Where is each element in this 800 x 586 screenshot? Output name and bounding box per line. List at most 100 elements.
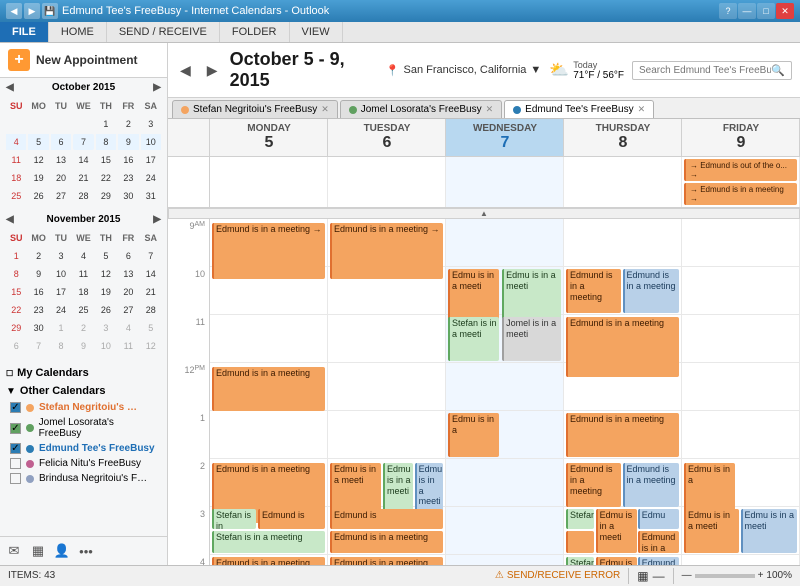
time-cell-fri-3: Edmu is in a meeti Edmu is in a meeti xyxy=(682,507,800,555)
next-week-arrow[interactable]: ▶ xyxy=(203,60,222,81)
back-icon[interactable]: ◀ xyxy=(6,3,22,19)
cal-checkbox-jomel[interactable]: ✓ xyxy=(10,423,21,434)
col-mo: MO xyxy=(28,98,48,114)
other-calendars-header[interactable]: ▼ Other Calendars xyxy=(6,382,161,400)
allday-event-fri-2[interactable]: → Edmund is in a meeting → xyxy=(684,183,797,205)
cal-item-edmund[interactable]: ✓ Edmund Tee's FreeBusy xyxy=(6,441,161,456)
event-mon-3edmund[interactable]: Edmund is xyxy=(258,509,325,529)
my-calendars-header[interactable]: ☐ My Calendars xyxy=(6,364,161,382)
day-header-tue[interactable]: TUESDAY6 xyxy=(328,119,446,156)
weather-info: ⛅ Today 71°F / 56°F xyxy=(549,60,624,81)
event-thu-4b[interactable]: Edmund may be in a meeting xyxy=(638,557,679,565)
day-header-mon[interactable]: MONDAY5 xyxy=(210,119,328,156)
cal-checkbox-edmund[interactable]: ✓ xyxy=(10,443,21,454)
nov-prev-arrow[interactable]: ◀ xyxy=(4,214,16,225)
col-sa: SA xyxy=(141,98,161,114)
more-nav-icon[interactable]: ••• xyxy=(76,541,96,561)
event-mon-12pm[interactable]: Edmund is in a meeting xyxy=(212,367,325,411)
fb-tab-close-stefan[interactable]: ✕ xyxy=(321,104,329,115)
day-headers: MONDAY5 TUESDAY6 WEDNESDAY7 THURSDAY8 FR… xyxy=(168,119,800,157)
day-header-wed[interactable]: WEDNESDAY7 xyxy=(446,119,564,156)
nov-next-arrow[interactable]: ▶ xyxy=(151,214,163,225)
event-thu-3c[interactable]: Edmund is in a meeting xyxy=(638,531,679,553)
cal-checkbox-brindusa[interactable] xyxy=(10,473,21,484)
items-count: ITEMS: 43 xyxy=(8,570,55,581)
time-cell-mon-9: Edmund is in a meeting → xyxy=(210,219,328,267)
cal-checkbox-felicia[interactable] xyxy=(10,458,21,469)
event-wed-11stefan[interactable]: Stefan is in a meeti xyxy=(448,317,499,361)
mail-nav-icon[interactable]: ✉ xyxy=(4,541,24,561)
fb-tab-stefan[interactable]: Stefan Negritoiu's FreeBusy ✕ xyxy=(172,100,338,118)
header-spacer xyxy=(168,119,210,156)
cal-item-brindusa[interactable]: Brindusa Negritoiu's FreeB... xyxy=(6,471,161,486)
event-thu-3stefan[interactable]: Stefan xyxy=(566,509,594,529)
event-thu-4a[interactable]: Edmu is in a meeti xyxy=(596,557,637,565)
scroll-up-arrow[interactable]: ▲ xyxy=(168,208,800,219)
event-tue-9am[interactable]: Edmund is in a meeting → xyxy=(330,223,443,279)
day-header-fri[interactable]: FRIDAY9 xyxy=(682,119,800,156)
event-wed-11jomel[interactable]: Jomel is in a meeti xyxy=(502,317,561,361)
event-fri-3a[interactable]: Edmu is in a meeti xyxy=(684,509,739,553)
event-mon-4[interactable]: Edmund is in a meeting xyxy=(212,557,325,565)
tab-folder[interactable]: FOLDER xyxy=(220,22,290,42)
day-header-thu[interactable]: THURSDAY8 xyxy=(564,119,682,156)
tab-file[interactable]: FILE xyxy=(0,22,49,42)
new-appointment-button[interactable]: + New Appointment xyxy=(0,43,167,78)
forward-icon[interactable]: ▶ xyxy=(24,3,40,19)
tab-send-receive[interactable]: SEND / RECEIVE xyxy=(107,22,220,42)
event-tue-4-edmund[interactable]: Edmund is in a meeting xyxy=(330,557,443,565)
zoom-in-btn[interactable]: + xyxy=(758,570,764,581)
search-input[interactable] xyxy=(639,65,771,76)
status-icon-1[interactable]: ▦ xyxy=(637,569,648,583)
event-tue-3-edmundb[interactable]: Edmund is in a meeting xyxy=(330,531,443,553)
time-cell-mon-1 xyxy=(210,411,328,459)
zoom-out-btn[interactable]: — xyxy=(682,570,692,581)
event-tue-3-edmund[interactable]: Edmund is xyxy=(330,509,443,529)
cal-item-jomel[interactable]: ✓ Jomel Losorata's FreeBusy xyxy=(6,415,161,441)
event-thu-3b[interactable]: Edmu xyxy=(638,509,679,529)
event-thu-1[interactable]: Edmund is in a meeting xyxy=(566,413,679,457)
fb-tab-jomel[interactable]: Jomel Losorata's FreeBusy ✕ xyxy=(340,100,502,118)
people-nav-icon[interactable]: 👤 xyxy=(52,541,72,561)
event-thu-10b[interactable]: Edmund is in a meeting xyxy=(623,269,680,313)
oct-next-arrow[interactable]: ▶ xyxy=(151,82,163,93)
event-thu-2b[interactable]: Edmund is in a meeting xyxy=(623,463,680,507)
event-thu-3a[interactable]: Edmu is in a meeti xyxy=(596,509,637,553)
search-box[interactable]: 🔍 xyxy=(632,61,792,80)
allday-event-fri-1[interactable]: → Edmund is out of the o... → xyxy=(684,159,797,181)
fb-tab-close-jomel[interactable]: ✕ xyxy=(486,104,494,115)
minimize-btn[interactable]: — xyxy=(738,3,756,19)
event-mon-3stefan-b[interactable]: Stefan is in a meeting xyxy=(212,531,325,553)
event-thu-4stefan[interactable]: Stefan xyxy=(566,557,594,565)
event-thu-2a[interactable]: Edmund is in a meeting xyxy=(566,463,621,507)
event-mon-9am[interactable]: Edmund is in a meeting → xyxy=(212,223,325,279)
event-mon-3stefan[interactable]: Stefan is in xyxy=(212,509,256,529)
location-dropdown-icon[interactable]: ▼ xyxy=(530,64,541,76)
november-mini-calendar: ◀ November 2015 ▶ SU MO TU WE TH FR SA 1… xyxy=(0,210,167,360)
event-fri-3b[interactable]: Edmu is in a meeti xyxy=(741,509,798,553)
save-icon[interactable]: 💾 xyxy=(42,3,58,19)
cal-checkbox-stefan[interactable]: ✓ xyxy=(10,402,21,413)
send-receive-error[interactable]: ⚠ SEND/RECEIVE ERROR xyxy=(495,570,620,581)
status-icon-2[interactable]: — xyxy=(653,569,665,583)
fb-tab-close-edmund[interactable]: ✕ xyxy=(638,104,646,115)
search-icon[interactable]: 🔍 xyxy=(771,64,785,77)
prev-week-arrow[interactable]: ◀ xyxy=(176,60,195,81)
tab-home[interactable]: HOME xyxy=(49,22,107,42)
oct-prev-arrow[interactable]: ◀ xyxy=(4,82,16,93)
event-thu-11[interactable]: Edmund is in a meeting xyxy=(566,317,679,377)
maximize-btn[interactable]: □ xyxy=(757,3,775,19)
event-thu-10a[interactable]: Edmund is in a meeting xyxy=(566,269,621,313)
cal-item-felicia[interactable]: Felicia Nitu's FreeBusy xyxy=(6,456,161,471)
new-appt-icon: + xyxy=(8,49,30,71)
cal-item-stefan[interactable]: ✓ Stefan Negritoiu's FreeBu... xyxy=(6,400,161,415)
cal-color-brindusa xyxy=(26,475,34,483)
zoom-slider[interactable] xyxy=(695,574,755,578)
time-grid[interactable]: ▲ 9AM Edmund is in a meeting → Edmund is… xyxy=(168,208,800,565)
tab-view[interactable]: VIEW xyxy=(290,22,343,42)
help-btn[interactable]: ? xyxy=(719,3,737,19)
close-btn[interactable]: ✕ xyxy=(776,3,794,19)
fb-tab-edmund[interactable]: Edmund Tee's FreeBusy ✕ xyxy=(504,100,654,118)
event-wed-1-edmu[interactable]: Edmu is in a xyxy=(448,413,499,457)
calendar-nav-icon[interactable]: ▦ xyxy=(28,541,48,561)
